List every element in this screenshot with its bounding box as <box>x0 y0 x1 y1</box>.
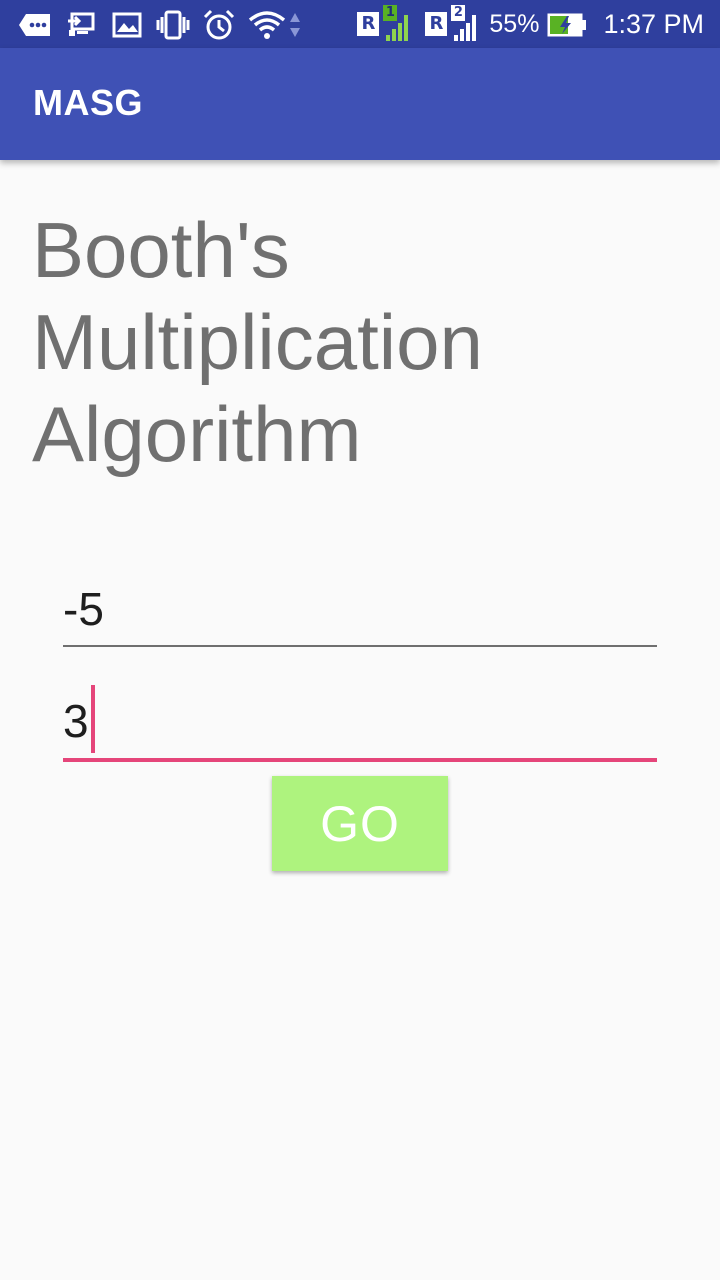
status-left-icons <box>18 8 314 42</box>
sim2-slot-badge: 2 <box>451 5 466 21</box>
first-number-value[interactable]: -5 <box>63 582 104 636</box>
sim2-roaming-badge: R <box>425 12 448 36</box>
screen-cast-icon <box>64 8 98 42</box>
first-number-field[interactable]: -5 <box>63 578 657 650</box>
more-icon <box>18 8 52 42</box>
sim1-slot-badge: 1 <box>383 5 398 21</box>
battery-charging-icon <box>547 13 587 37</box>
status-right-indicators: R 1 R 2 55% 1:37 PM <box>347 5 704 42</box>
image-icon <box>110 8 144 42</box>
second-number-underline <box>63 758 657 762</box>
sim1-indicator: R 1 <box>357 5 409 41</box>
text-cursor <box>91 685 95 753</box>
status-bar: R 1 R 2 55% 1:37 PM <box>0 0 720 48</box>
sim2-indicator: R 2 <box>425 5 477 41</box>
vibrate-icon <box>156 8 190 42</box>
second-number-value[interactable]: 3 <box>63 694 89 748</box>
go-button[interactable]: GO <box>272 776 448 871</box>
data-arrows-icon <box>288 8 302 42</box>
page-heading: Booth's Multiplication Algorithm <box>32 206 483 478</box>
wifi-icon <box>248 8 286 42</box>
alarm-icon <box>202 8 236 42</box>
app-title: MASG <box>33 82 143 123</box>
first-number-underline <box>63 645 657 647</box>
app-bar: MASG <box>0 48 720 160</box>
battery-percentage: 55% <box>489 9 540 38</box>
second-number-field[interactable]: 3 <box>63 684 657 764</box>
sim1-roaming-badge: R <box>357 12 380 36</box>
status-clock: 1:37 PM <box>603 8 704 39</box>
